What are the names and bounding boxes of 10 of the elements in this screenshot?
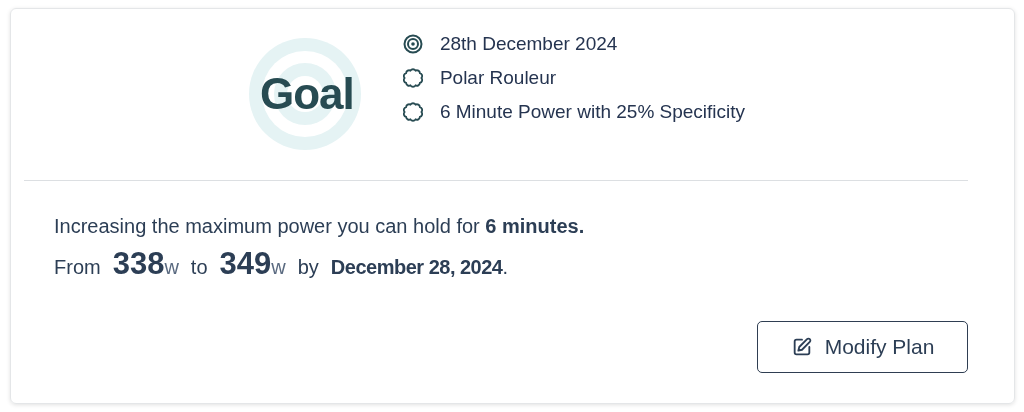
goal-description: Increasing the maximum power you can hold for 6 minutes.	[54, 215, 586, 238]
goal-detail: 6 Minute Power with 25% Specificity	[439, 101, 746, 123]
goal-title: Goal	[260, 69, 354, 119]
badge-icon	[402, 102, 423, 122]
target-icon	[402, 34, 423, 54]
badge-icon	[402, 68, 423, 88]
goal-detail: 28th December 2024	[439, 33, 618, 55]
modify-plan-button[interactable]: Modify Plan	[757, 321, 968, 373]
goal-detail: Polar Rouleur	[439, 67, 557, 89]
power-target-sentence: From 338w to 349w by December 28, 2024.	[54, 246, 510, 282]
